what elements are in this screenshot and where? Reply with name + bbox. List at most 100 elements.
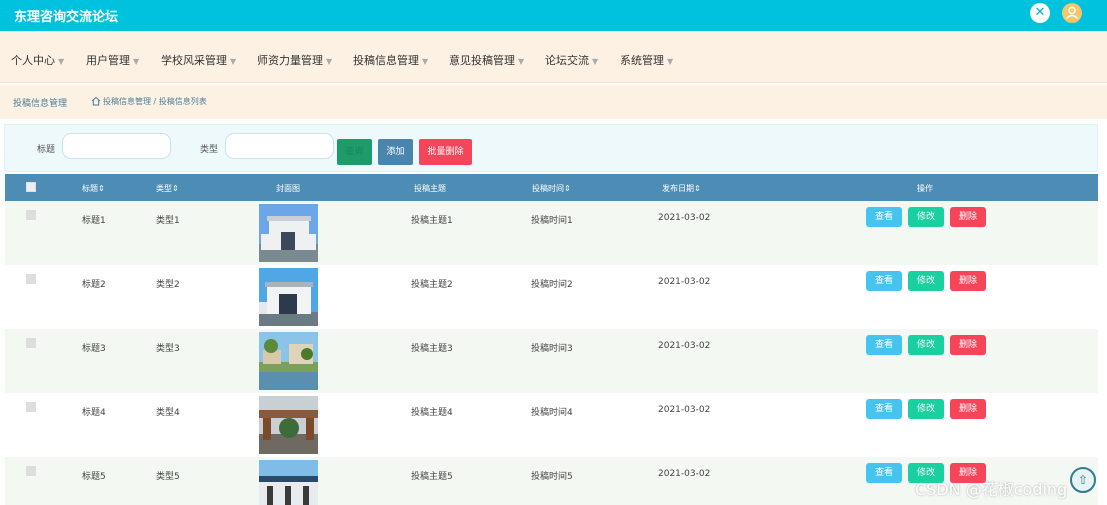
nav-label: 论坛交流 — [545, 54, 589, 67]
table-row: 标题4 类型4 投稿主题4 投稿时间4 2021-03-02 查看 修改 删除 — [5, 393, 1098, 457]
edit-button[interactable]: 修改 — [908, 399, 944, 419]
edit-button[interactable]: 修改 — [908, 335, 944, 355]
type-label: 类型 — [200, 145, 219, 155]
nav-label: 意见投稿管理 — [449, 54, 515, 67]
top-bar: 东理咨询交流论坛 ✕ — [0, 0, 1107, 31]
cell-type: 类型1 — [156, 216, 180, 226]
cell-topic: 投稿主题5 — [411, 472, 453, 482]
cover-image — [259, 268, 318, 326]
chevron-down-icon: ▼ — [133, 57, 140, 66]
col-topic: 投稿主题 — [414, 184, 446, 193]
cell-date: 2021-03-02 — [658, 405, 711, 415]
delete-button[interactable]: 删除 — [950, 399, 986, 419]
col-type-label: 类型 — [156, 184, 172, 193]
col-time[interactable]: 投稿时间⇕ — [532, 183, 571, 194]
cell-date: 2021-03-02 — [658, 277, 711, 287]
search-button[interactable]: 查询 — [337, 139, 372, 165]
nav-item-forum[interactable]: 论坛交流 ▼ — [545, 52, 598, 68]
cell-type: 类型3 — [156, 344, 180, 354]
user-icon — [1065, 6, 1079, 19]
nav-label: 个人中心 — [11, 54, 55, 67]
nav-item-personal[interactable]: 个人中心 ▼ — [11, 52, 64, 68]
col-title-label: 标题 — [82, 184, 98, 193]
chevron-down-icon: ▼ — [326, 57, 333, 66]
nav-item-users[interactable]: 用户管理 ▼ — [86, 52, 139, 68]
col-date-label: 发布日期 — [662, 184, 694, 193]
delete-button[interactable]: 删除 — [950, 207, 986, 227]
close-icon[interactable]: ✕ — [1030, 3, 1050, 23]
breadcrumb-path: 投稿信息管理 / 投稿信息列表 — [103, 97, 207, 106]
sort-icon: ⇕ — [564, 184, 571, 193]
chevron-down-icon: ▼ — [422, 57, 429, 66]
row-checkbox[interactable] — [26, 338, 36, 348]
nav-item-school[interactable]: 学校风采管理 ▼ — [161, 52, 236, 68]
chevron-down-icon: ▼ — [667, 57, 674, 66]
view-button[interactable]: 查看 — [866, 271, 902, 291]
chevron-down-icon: ▼ — [518, 57, 525, 66]
row-checkbox[interactable] — [26, 274, 36, 284]
home-icon[interactable] — [91, 96, 101, 106]
cell-date: 2021-03-02 — [658, 469, 711, 479]
watermark: CSDN @花椒coding — [915, 480, 1068, 499]
col-date[interactable]: 发布日期⇕ — [662, 183, 701, 194]
cell-type: 类型2 — [156, 280, 180, 290]
breadcrumb-title: 投稿信息管理 — [13, 99, 68, 109]
table-row: 标题3 类型3 投稿主题3 投稿时间3 2021-03-02 查看 修改 删除 — [5, 329, 1098, 393]
chevron-down-icon: ▼ — [58, 57, 65, 66]
cell-time: 投稿时间3 — [531, 344, 573, 354]
cell-time: 投稿时间4 — [531, 408, 573, 418]
type-input[interactable] — [225, 133, 334, 159]
chevron-down-icon: ▼ — [230, 57, 237, 66]
cell-title: 标题4 — [82, 408, 106, 418]
cell-title: 标题2 — [82, 280, 106, 290]
row-checkbox[interactable] — [26, 210, 36, 220]
filter-bar: 标题 类型 查询 添加 批量删除 — [4, 124, 1098, 172]
nav-item-submissions[interactable]: 投稿信息管理 ▼ — [353, 52, 428, 68]
cell-topic: 投稿主题2 — [411, 280, 453, 290]
cell-time: 投稿时间1 — [531, 216, 573, 226]
nav-item-teachers[interactable]: 师资力量管理 ▼ — [257, 52, 332, 68]
edit-button[interactable]: 修改 — [908, 207, 944, 227]
row-checkbox[interactable] — [26, 466, 36, 476]
cell-type: 类型5 — [156, 472, 180, 482]
col-actions: 操作 — [917, 184, 933, 193]
col-type[interactable]: 类型⇕ — [156, 183, 179, 194]
table-header: 标题⇕ 类型⇕ 封面图 投稿主题 投稿时间⇕ 发布日期⇕ 操作 — [5, 174, 1098, 201]
batch-delete-button[interactable]: 批量删除 — [419, 139, 472, 165]
cell-topic: 投稿主题1 — [411, 216, 453, 226]
cell-type: 类型4 — [156, 408, 180, 418]
sort-icon: ⇕ — [98, 184, 105, 193]
scroll-top-icon[interactable]: ⇧ — [1070, 467, 1096, 493]
delete-button[interactable]: 删除 — [950, 271, 986, 291]
cell-time: 投稿时间2 — [531, 280, 573, 290]
nav-label: 系统管理 — [620, 54, 664, 67]
delete-button[interactable]: 删除 — [950, 335, 986, 355]
cover-image — [259, 332, 318, 390]
nav-label: 投稿信息管理 — [353, 54, 419, 67]
sort-icon: ⇕ — [172, 184, 179, 193]
title-input[interactable] — [62, 133, 171, 159]
sort-icon: ⇕ — [694, 184, 701, 193]
breadcrumb: 投稿信息管理 投稿信息管理 / 投稿信息列表 — [0, 85, 1107, 119]
cell-title: 标题1 — [82, 216, 106, 226]
view-button[interactable]: 查看 — [866, 207, 902, 227]
col-title[interactable]: 标题⇕ — [82, 183, 105, 194]
col-cover: 封面图 — [276, 184, 300, 193]
add-button[interactable]: 添加 — [378, 139, 413, 165]
view-button[interactable]: 查看 — [866, 463, 902, 483]
view-button[interactable]: 查看 — [866, 399, 902, 419]
nav-label: 学校风采管理 — [161, 54, 227, 67]
view-button[interactable]: 查看 — [866, 335, 902, 355]
nav-item-feedback[interactable]: 意见投稿管理 ▼ — [449, 52, 524, 68]
row-checkbox[interactable] — [26, 402, 36, 412]
avatar[interactable] — [1062, 3, 1082, 23]
chevron-down-icon: ▼ — [592, 57, 599, 66]
nav-item-system[interactable]: 系统管理 ▼ — [620, 52, 673, 68]
cell-date: 2021-03-02 — [658, 213, 711, 223]
edit-button[interactable]: 修改 — [908, 271, 944, 291]
cell-time: 投稿时间5 — [531, 472, 573, 482]
select-all-checkbox[interactable] — [26, 182, 36, 192]
app-title: 东理咨询交流论坛 — [14, 10, 119, 25]
cell-title: 标题5 — [82, 472, 106, 482]
nav-label: 用户管理 — [86, 54, 130, 67]
